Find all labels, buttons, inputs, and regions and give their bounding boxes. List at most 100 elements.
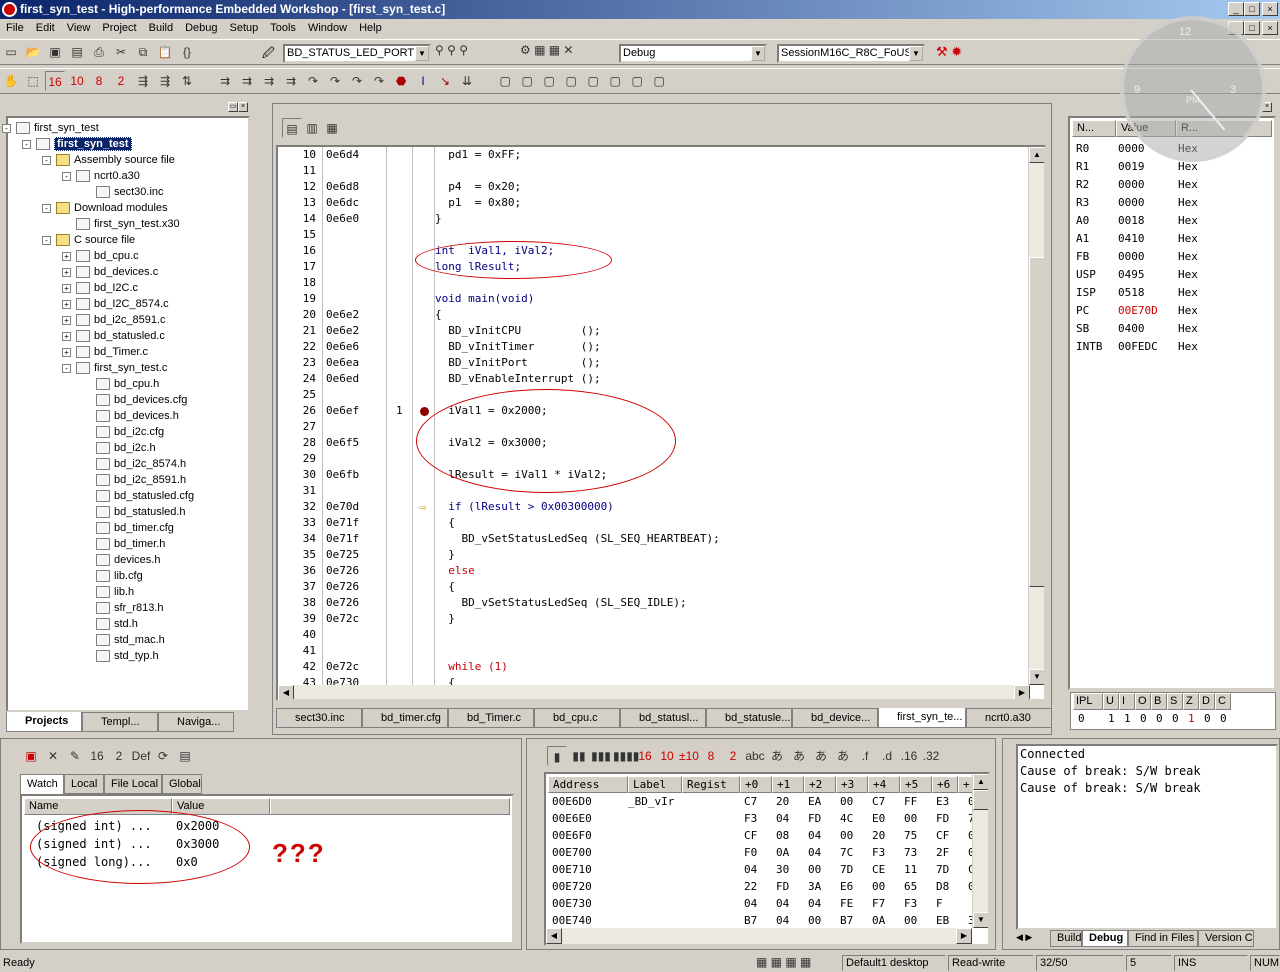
tree-file[interactable]: devices.h (96, 552, 160, 568)
menu-build[interactable]: Build (143, 19, 179, 38)
output-tab-1[interactable]: Debug (1082, 930, 1128, 947)
tree-file[interactable]: bd_devices.h (96, 408, 179, 424)
reset-go-icon[interactable]: ⇉ (237, 71, 257, 91)
editor-tab-7[interactable]: first_syn_te... (878, 708, 966, 728)
memory-byte[interactable]: 00 (904, 912, 917, 929)
reset-pc-icon[interactable]: ↘ (435, 71, 455, 91)
tree-file[interactable]: bd_timer.cfg (96, 520, 174, 536)
tree-file[interactable]: + bd_statusled.c (62, 328, 165, 344)
long-icon[interactable]: ▮▮▮ (591, 746, 611, 766)
utf-icon[interactable]: あ (833, 746, 853, 766)
memory-row[interactable]: 00E6E0F304FD4CE000FD7 (550, 810, 975, 827)
mem-signed10-icon[interactable]: ±10 (679, 746, 699, 766)
code-line[interactable]: 42 0e72c while (1) (278, 659, 1028, 675)
collapse-icon[interactable]: - (62, 363, 71, 373)
menu-edit[interactable]: Edit (30, 19, 61, 38)
code-line[interactable]: 24 0e6ed BD_vEnableInterrupt (); (278, 371, 1028, 387)
mem-radix2-icon[interactable]: 2 (723, 746, 743, 766)
menu-setup[interactable]: Setup (224, 19, 265, 38)
disasm-icon[interactable]: ▢ (627, 71, 647, 91)
flag-value[interactable]: 0 (1204, 712, 1211, 725)
memory-byte[interactable]: D8 (936, 878, 949, 895)
code-line[interactable]: 10 0e6d4 pd1 = 0xFF; (278, 147, 1028, 163)
memory-byte[interactable]: 0A (776, 844, 789, 861)
memory-row[interactable]: 00E6D0_BD_vIrC720EA00C7FFE30 (550, 793, 975, 810)
code-line[interactable]: 21 0e6e2 BD_vInitCPU (); (278, 323, 1028, 339)
tree-file[interactable]: - ncrt0.a30 (62, 168, 140, 184)
memory-byte[interactable]: 04 (808, 827, 821, 844)
tree-file[interactable]: + bd_cpu.c (62, 248, 139, 264)
editor-tab-2[interactable]: bd_Timer.c (448, 708, 534, 728)
register-value[interactable]: 0518 (1118, 284, 1145, 302)
tree-file[interactable]: + bd_I2C.c (62, 280, 138, 296)
edit-watch-icon[interactable]: ✎ (65, 746, 85, 766)
scope-icon[interactable]: ▤ (175, 746, 195, 766)
sjis-icon[interactable]: あ (767, 746, 787, 766)
tree-file[interactable]: std.h (96, 616, 138, 632)
fixed16-icon[interactable]: .16 (899, 746, 919, 766)
open-file-icon[interactable]: 📂 (23, 42, 43, 62)
flag-value[interactable]: 0 (1172, 712, 1179, 725)
register-value[interactable]: 0400 (1118, 320, 1145, 338)
save-all-icon[interactable]: ▤ (67, 42, 87, 62)
step-icon[interactable]: ↷ (369, 71, 389, 91)
disassembly-mode-icon[interactable]: ▦ (322, 118, 342, 138)
tab-scroll-icons[interactable]: ◀ ▶ (1016, 932, 1032, 943)
memory-byte[interactable]: F0 (744, 844, 757, 861)
radix-16-button[interactable]: 16 (45, 71, 65, 91)
register-value[interactable]: 0000 (1118, 176, 1145, 194)
stop-icon[interactable]: ⬣ (391, 71, 411, 91)
memory-byte[interactable]: 04 (808, 895, 821, 912)
memory-byte[interactable]: 7D (840, 861, 853, 878)
tree-file[interactable]: lib.h (96, 584, 134, 600)
tree-file[interactable]: lib.cfg (96, 568, 143, 584)
euc-icon[interactable]: あ (811, 746, 831, 766)
chevron-down-icon[interactable]: ▼ (751, 46, 765, 61)
tree-file[interactable]: + bd_I2C_8574.c (62, 296, 169, 312)
memory-row[interactable]: 00E72022FD3AE60065D80 (550, 878, 975, 895)
memory-byte[interactable]: 00 (840, 827, 853, 844)
run-icon[interactable]: ⇉ (215, 71, 235, 91)
radix-10-button[interactable]: 10 (67, 71, 87, 91)
memory-byte[interactable]: 00 (840, 793, 853, 810)
collapse-icon[interactable]: - (42, 235, 51, 245)
code-hscroll[interactable]: ◀ ▶ (278, 685, 1030, 699)
code-line[interactable]: 20 0e6e2 { (278, 307, 1028, 323)
def-icon[interactable]: Def (131, 746, 151, 766)
tree-file[interactable]: sfr_r813.h (96, 600, 164, 616)
memory-byte[interactable]: FE (840, 895, 853, 912)
float-icon[interactable]: .f (855, 746, 875, 766)
radix-2-button[interactable]: 2 (111, 71, 131, 91)
radix-8-button[interactable]: 8 (89, 71, 109, 91)
scroll-left-icon[interactable]: ◀ (278, 685, 294, 699)
memory-window-icon[interactable]: ▢ (517, 71, 537, 91)
memory-byte[interactable]: 04 (744, 861, 757, 878)
code-line[interactable]: 22 0e6e6 BD_vInitTimer (); (278, 339, 1028, 355)
output-tab-3[interactable]: Version Co (1198, 930, 1254, 947)
register-row[interactable]: R1 0019 Hex (1074, 158, 1274, 176)
memory-byte[interactable]: F7 (872, 895, 885, 912)
code-line[interactable]: 39 0e72c } (278, 611, 1028, 627)
ascii-icon[interactable]: abc (745, 746, 765, 766)
tree-file[interactable]: bd_statusled.cfg (96, 488, 194, 504)
maximize-button[interactable]: □ (1244, 2, 1260, 16)
register-row[interactable]: FB 0000 Hex (1074, 248, 1274, 266)
memory-byte[interactable]: 00 (808, 912, 821, 929)
workspace-tab-1[interactable]: Templ... (82, 712, 158, 732)
go-icon[interactable]: ⇉ (259, 71, 279, 91)
menu-window[interactable]: Window (302, 19, 353, 38)
tree-file[interactable]: bd_devices.cfg (96, 392, 187, 408)
double-icon[interactable]: .d (877, 746, 897, 766)
register-value[interactable]: 0000 (1118, 194, 1145, 212)
delete-watch-icon[interactable]: ✕ (43, 746, 63, 766)
new-file-icon[interactable]: ▭ (1, 42, 21, 62)
code-vscroll[interactable]: ▲ ▼ (1028, 147, 1044, 685)
chevron-down-icon[interactable]: ▼ (415, 46, 429, 61)
memory-byte[interactable]: CF (744, 827, 757, 844)
tree-file[interactable]: + bd_Timer.c (62, 344, 148, 360)
register-row[interactable]: ISP 0518 Hex (1074, 284, 1274, 302)
tree-file[interactable]: std_mac.h (96, 632, 165, 648)
tree-file[interactable]: bd_i2c_8574.h (96, 456, 186, 472)
flag-value[interactable]: 1 (1124, 712, 1131, 725)
scroll-down-icon[interactable]: ▼ (973, 912, 988, 928)
